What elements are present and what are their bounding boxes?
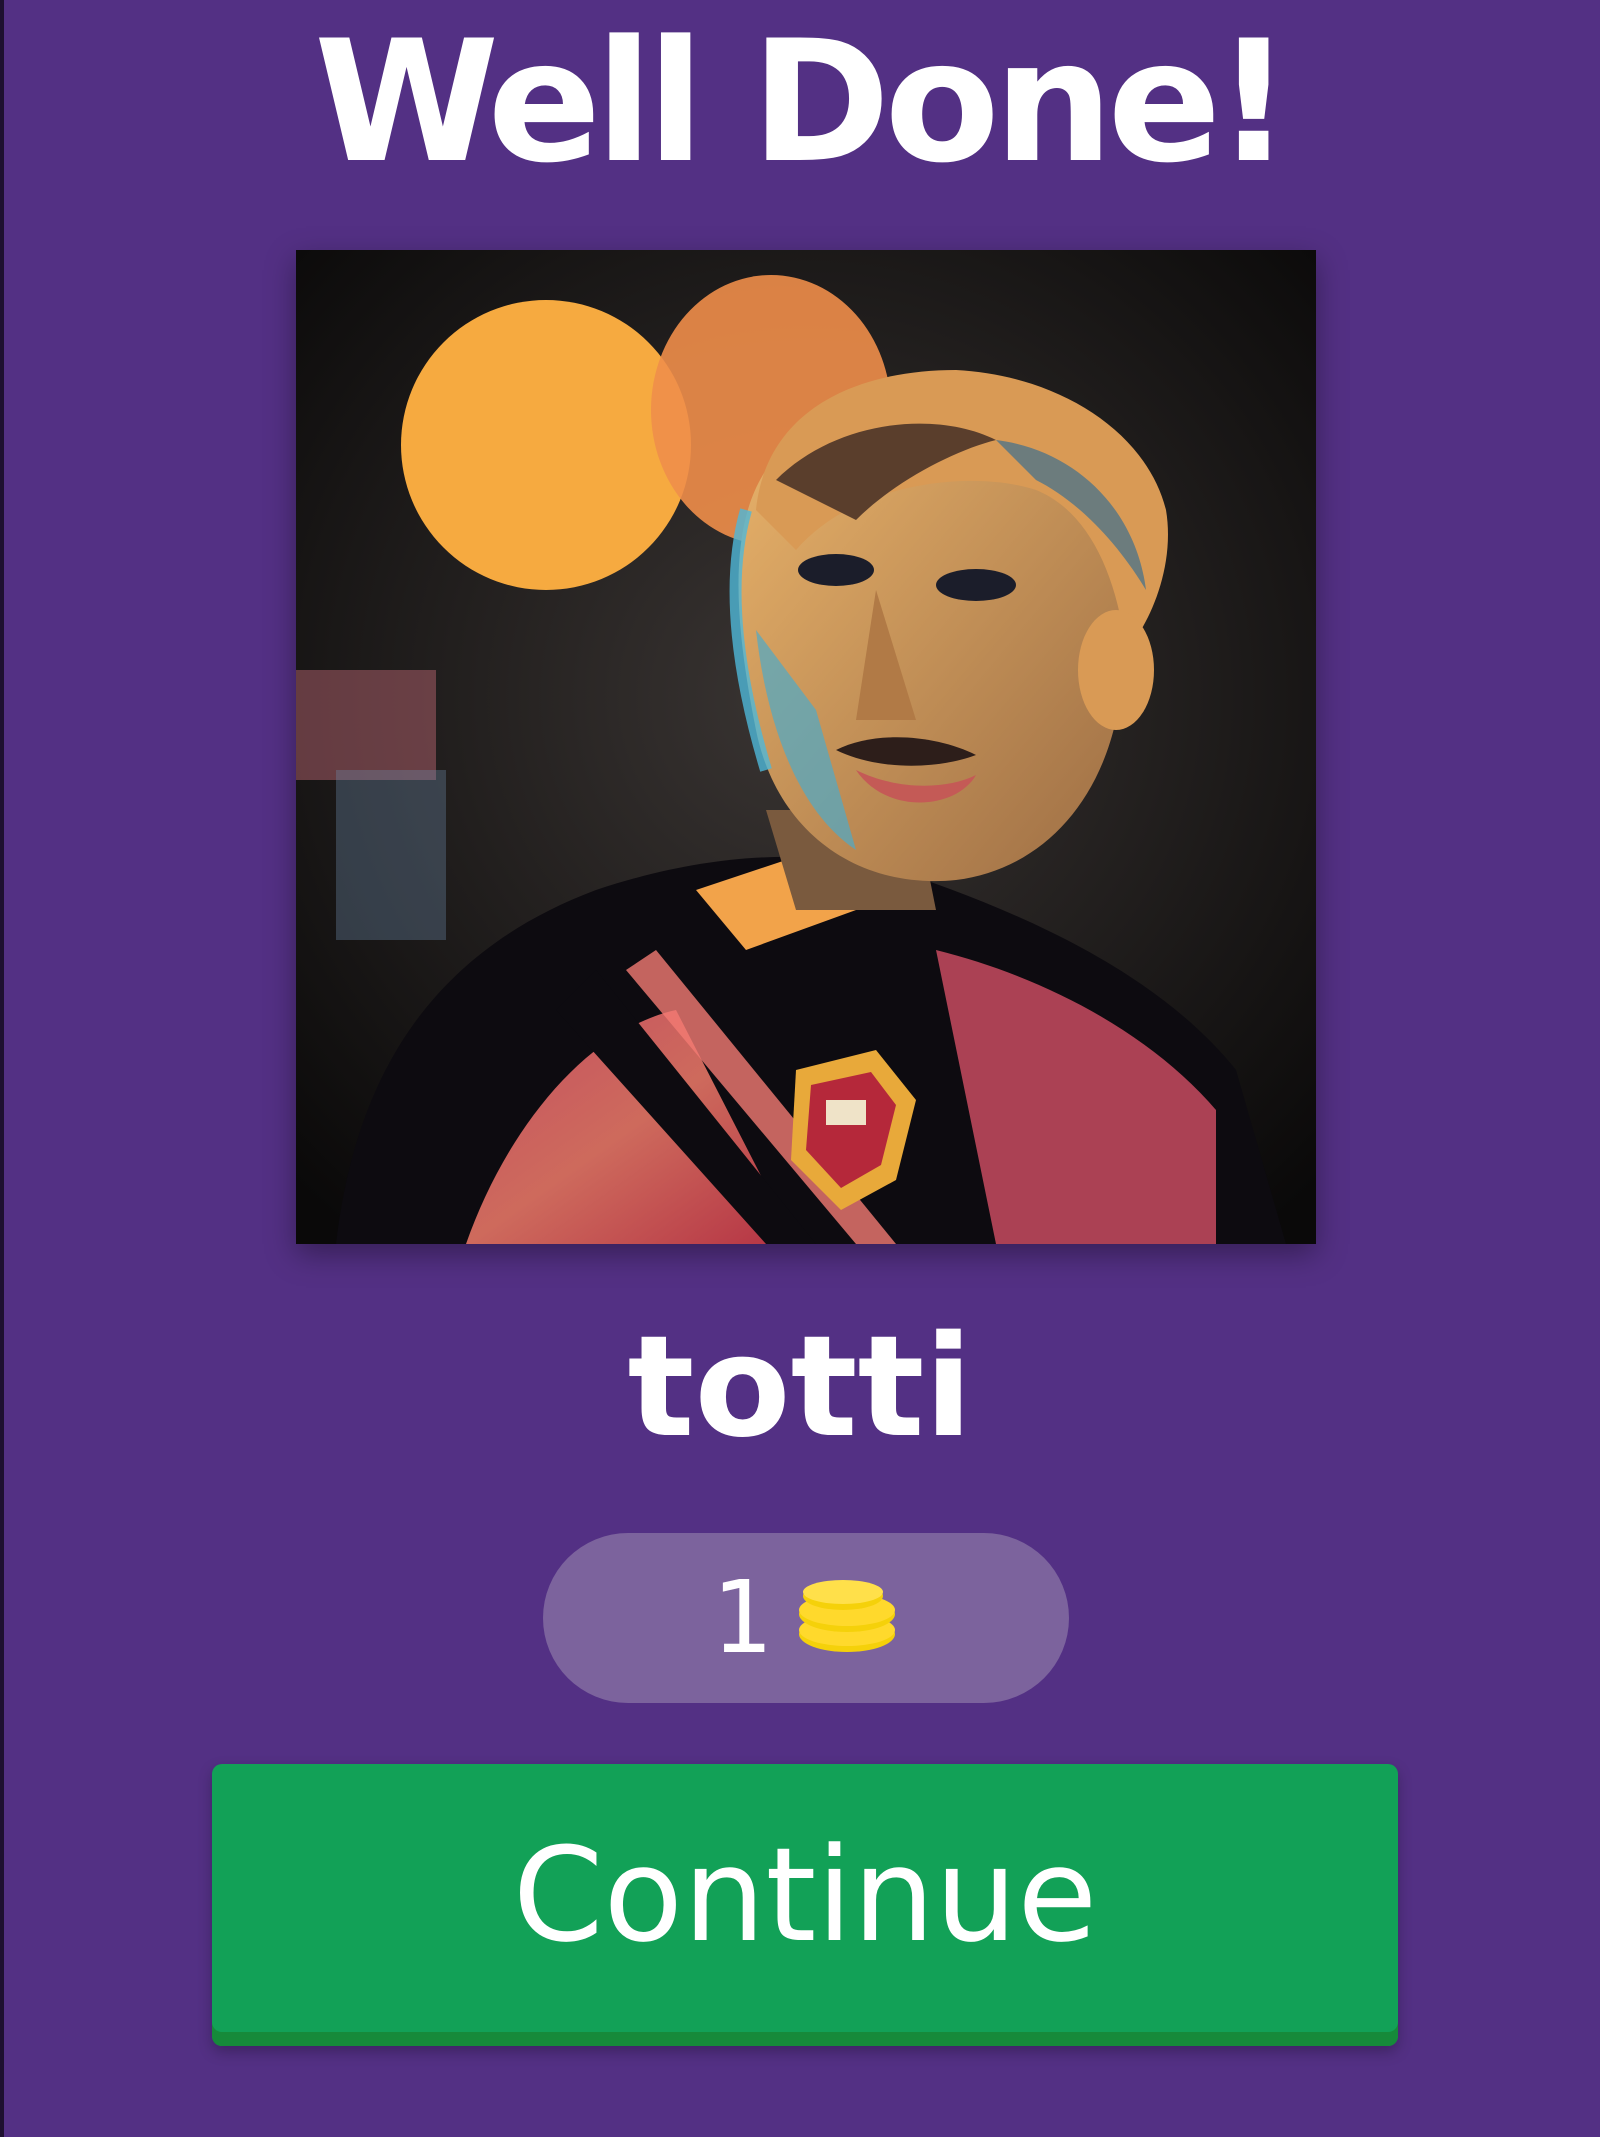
- player-portrait-illustration: [296, 250, 1316, 1244]
- coins-icon: [799, 1580, 896, 1652]
- answer-text: totti: [627, 1306, 973, 1469]
- continue-button[interactable]: Continue: [212, 1764, 1398, 2046]
- page-title: Well Done!: [314, 4, 1292, 200]
- reward-amount: 1: [710, 1559, 772, 1676]
- player-image: [296, 250, 1316, 1244]
- reward-badge: 1: [543, 1533, 1069, 1703]
- continue-button-label: Continue: [512, 1819, 1098, 1971]
- screen-edge: [0, 0, 4, 2137]
